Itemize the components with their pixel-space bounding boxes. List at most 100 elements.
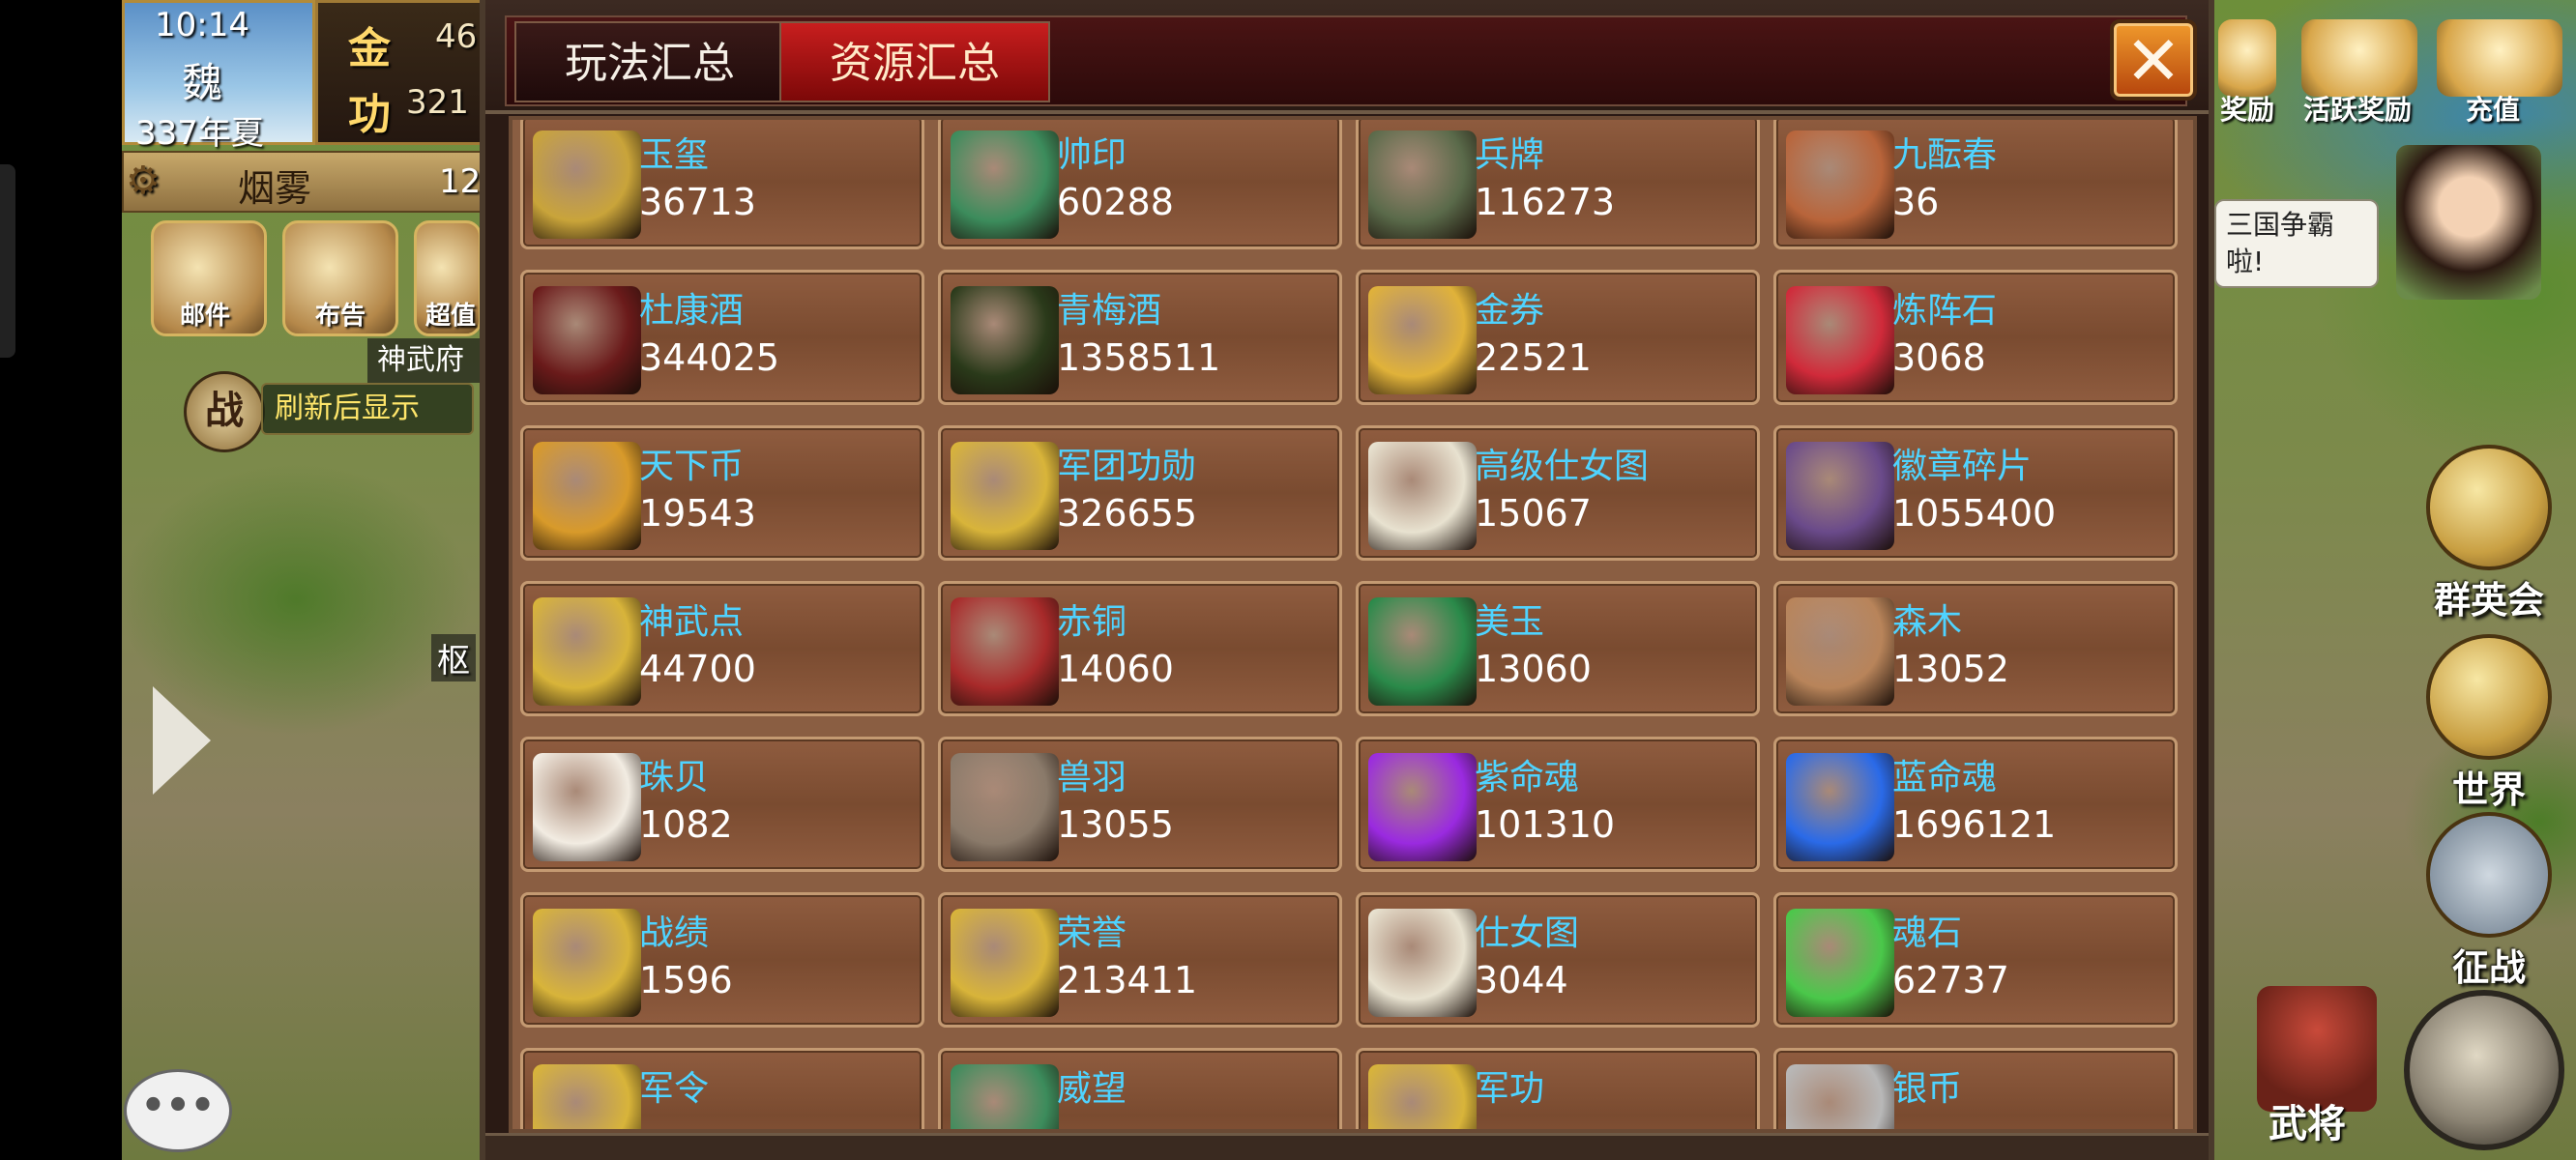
dialog-header: 玩法汇总 资源汇总 ✕ xyxy=(485,0,2209,114)
resource-name: 森木 xyxy=(1892,602,1963,642)
plum-wine-icon xyxy=(951,286,1059,394)
resource-value: 1358511 xyxy=(1057,336,1221,379)
compass-icon xyxy=(2426,634,2552,760)
clock: 10:14 xyxy=(155,6,249,44)
chat-icon[interactable]: ••• xyxy=(124,1069,232,1152)
scroll-icon xyxy=(1368,909,1477,1017)
resource-cell[interactable]: 蓝命魂 1696121 xyxy=(1773,737,2178,872)
resource-name: 玉玺 xyxy=(639,135,710,175)
notice-label: 布告 xyxy=(315,302,366,331)
resource-cell[interactable]: 帅印 60288 xyxy=(938,120,1342,249)
resource-value: 13052 xyxy=(1892,648,2009,690)
resource-name: 军团功勋 xyxy=(1057,447,1197,486)
resource-cell[interactable]: 杜康酒 344025 xyxy=(520,270,924,405)
resource-name: 魂石 xyxy=(1892,914,1963,953)
resource-cell[interactable]: 银币 xyxy=(1773,1048,2178,1129)
reward-icon[interactable] xyxy=(2218,19,2276,97)
prestige-icon xyxy=(951,1064,1059,1129)
resource-value: 116273 xyxy=(1475,181,1616,223)
resource-name: 天下币 xyxy=(639,447,745,486)
resource-grid-scroll[interactable]: 玉玺 36713 帅印 60288 兵牌 116273 九酝春 36 杜康酒 344025 青梅酒 1… xyxy=(509,116,2197,1133)
resource-cell[interactable]: 美玉 13060 xyxy=(1356,581,1760,716)
resource-value: 15067 xyxy=(1475,492,1592,535)
tab-resource-summary[interactable]: 资源汇总 xyxy=(779,21,1050,102)
resource-cell[interactable]: 高级仕女图 15067 xyxy=(1356,425,1760,561)
coins-icon[interactable] xyxy=(2437,19,2562,97)
resource-value: 213411 xyxy=(1057,959,1198,1001)
resource-cell[interactable]: 珠贝 1082 xyxy=(520,737,924,872)
resource-value: 1082 xyxy=(639,803,733,846)
general-label: 武将 xyxy=(2269,1102,2346,1146)
fan-icon[interactable] xyxy=(2301,19,2417,97)
merit-value: 321 xyxy=(406,83,469,122)
year-season: 337年夏 xyxy=(135,114,264,153)
resource-cell[interactable]: 炼阵石 3068 xyxy=(1773,270,2178,405)
world-button[interactable]: 世界 xyxy=(2421,634,2557,813)
army-token-icon xyxy=(1368,130,1477,239)
weather-label: 烟雾 xyxy=(238,167,312,210)
jade-seal-icon xyxy=(533,130,641,239)
resource-cell[interactable]: 军团功勋 326655 xyxy=(938,425,1342,561)
gold-value: 46 xyxy=(435,17,478,56)
war-icon[interactable]: 战 xyxy=(184,371,265,452)
resource-cell[interactable]: 九酝春 36 xyxy=(1773,120,2178,249)
resource-name: 威望 xyxy=(1057,1069,1127,1109)
resource-value: 3068 xyxy=(1892,336,1986,379)
collapse-menu-button[interactable] xyxy=(2404,990,2564,1150)
resource-cell[interactable]: 威望 xyxy=(938,1048,1342,1129)
resource-cell[interactable]: 森木 13052 xyxy=(1773,581,2178,716)
resource-grid: 玉玺 36713 帅印 60288 兵牌 116273 九酝春 36 杜康酒 344025 青梅酒 1… xyxy=(512,120,2193,1129)
resource-cell[interactable]: 兵牌 116273 xyxy=(1356,120,1760,249)
tab-gameplay-summary[interactable]: 玩法汇总 xyxy=(514,21,785,102)
resource-cell[interactable]: 荣誉 213411 xyxy=(938,892,1342,1028)
military-merit-icon xyxy=(1368,1064,1477,1129)
soul-stone-icon xyxy=(1786,909,1894,1017)
super-value-label: 超值 xyxy=(425,302,477,331)
merit-label: 功 xyxy=(348,90,391,139)
speech-bubble: 三国争霸 啦! xyxy=(2214,199,2379,288)
resource-name: 紫命魂 xyxy=(1475,758,1580,798)
map-location-label[interactable]: 枢 xyxy=(431,634,476,682)
resource-cell[interactable]: 军功 xyxy=(1356,1048,1760,1129)
resource-cell[interactable]: 天下币 19543 xyxy=(520,425,924,561)
resource-name: 美玉 xyxy=(1475,602,1545,642)
resource-cell[interactable]: 玉玺 36713 xyxy=(520,120,924,249)
resource-cell[interactable]: 兽羽 13055 xyxy=(938,737,1342,872)
refresh-hint: 刷新后显示 xyxy=(261,383,474,435)
resource-cell[interactable]: 神武点 44700 xyxy=(520,581,924,716)
resource-name: 赤铜 xyxy=(1057,602,1127,642)
resource-name: 荣誉 xyxy=(1057,914,1127,953)
resource-name: 徽章碎片 xyxy=(1892,447,2033,486)
resource-cell[interactable]: 仕女图 3044 xyxy=(1356,892,1760,1028)
campaign-button[interactable]: 征战 xyxy=(2421,812,2557,991)
resource-value: 13055 xyxy=(1057,803,1174,846)
resource-cell[interactable]: 青梅酒 1358511 xyxy=(938,270,1342,405)
resource-name: 珠贝 xyxy=(639,758,710,798)
expand-arrow-icon[interactable] xyxy=(153,686,211,795)
campaign-label: 征战 xyxy=(2451,946,2526,989)
resource-cell[interactable]: 徽章碎片 1055400 xyxy=(1773,425,2178,561)
resource-cell[interactable]: 赤铜 14060 xyxy=(938,581,1342,716)
resource-cell[interactable]: 金券 22521 xyxy=(1356,270,1760,405)
resource-value: 36 xyxy=(1892,181,1940,223)
resource-name: 蓝命魂 xyxy=(1892,758,1998,798)
advisor-avatar[interactable] xyxy=(2396,145,2541,300)
resource-value: 1055400 xyxy=(1892,492,2057,535)
resource-name: 炼阵石 xyxy=(1892,291,1998,331)
resource-cell[interactable]: 紫命魂 101310 xyxy=(1356,737,1760,872)
resource-cell[interactable]: 魂石 62737 xyxy=(1773,892,2178,1028)
gear-icon[interactable]: ⚙ xyxy=(126,159,161,203)
heroes-label: 群英会 xyxy=(2433,579,2544,622)
close-button[interactable]: ✕ xyxy=(2110,19,2197,101)
resource-cell[interactable]: 战绩 1596 xyxy=(520,892,924,1028)
resource-value: 326655 xyxy=(1057,492,1198,535)
resource-cell[interactable]: 军令 xyxy=(520,1048,924,1129)
battle-record-icon xyxy=(533,909,641,1017)
resource-value: 14060 xyxy=(1057,648,1174,690)
resource-name: 军令 xyxy=(639,1069,710,1109)
heroes-button[interactable]: 群英会 xyxy=(2421,445,2557,624)
legion-merit-icon xyxy=(951,442,1059,550)
active-reward-label: 活跃奖励 xyxy=(2303,94,2413,126)
resource-name: 兵牌 xyxy=(1475,135,1545,175)
blue-soul-icon xyxy=(1786,753,1894,861)
